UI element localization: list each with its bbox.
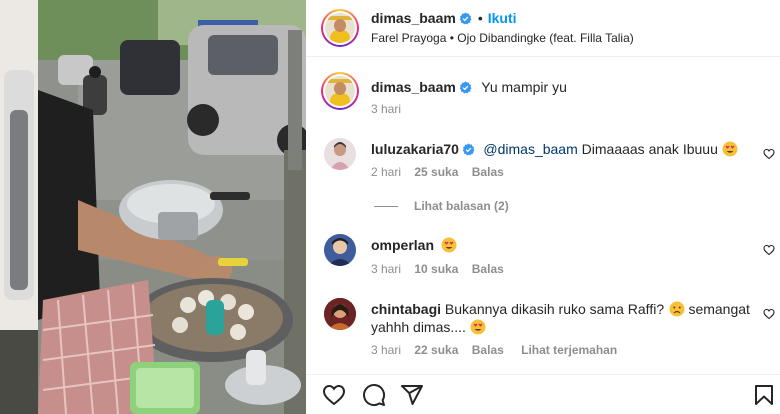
replies-divider (374, 206, 398, 207)
reply-button[interactable]: Balas (472, 262, 504, 276)
street-food-photo (38, 0, 306, 414)
background-page (0, 0, 38, 414)
reply-button[interactable]: Balas (472, 343, 504, 357)
comment-time: 2 hari (371, 165, 402, 179)
author-avatar[interactable] (321, 9, 359, 47)
comment-time: 3 hari (371, 262, 402, 276)
follow-button[interactable]: Ikuti (488, 10, 517, 26)
comment-text-line2: yahhh dimas.... (371, 319, 466, 335)
comment-body: luluzakaria70 @dimas_baam Dimaaaas anak … (371, 141, 738, 159)
comment-icon[interactable] (362, 383, 386, 407)
comment-username[interactable]: omperlan (371, 237, 434, 253)
view-replies-button[interactable]: Lihat balasan (2) (414, 199, 509, 213)
heart-eyes-emoji-icon (722, 141, 738, 157)
comment-avatar[interactable] (324, 138, 356, 170)
verified-icon (459, 81, 472, 94)
comment-username[interactable]: chintabagi (371, 301, 441, 317)
heart-eyes-emoji-icon (470, 319, 486, 335)
comment-username[interactable]: luluzakaria70 (371, 141, 459, 157)
comment-body-line2: yahhh dimas.... (371, 319, 486, 337)
separator-dot: • (477, 10, 483, 26)
comment-mention[interactable]: @dimas_baam (483, 141, 577, 157)
comments-panel: dimas_baam • Ikuti Farel Prayoga • Ojo Dib… (306, 0, 780, 414)
comment-text: Dimaaaas anak Ibuuu (577, 141, 718, 157)
comment-likes[interactable]: 10 suka (414, 262, 458, 276)
disappointed-emoji-icon (669, 301, 685, 317)
heart-icon[interactable] (763, 244, 775, 256)
caption: dimas_baam Yu mampir yu (371, 79, 567, 97)
translate-button[interactable]: Lihat terjemahan (521, 343, 617, 357)
heart-icon[interactable] (763, 148, 775, 160)
share-icon[interactable] (400, 383, 424, 407)
caption-text: Yu mampir yu (481, 79, 567, 95)
author-username[interactable]: dimas_baam (371, 10, 456, 26)
post-photo[interactable] (38, 0, 306, 414)
verified-icon (459, 12, 472, 25)
like-heart-icon[interactable] (322, 383, 346, 407)
author-line: dimas_baam • Ikuti (371, 10, 517, 28)
comment-likes[interactable]: 25 suka (414, 165, 458, 179)
background-person-shadow (10, 110, 28, 290)
reply-button[interactable]: Balas (472, 165, 504, 179)
comment-avatar[interactable] (324, 234, 356, 266)
heart-eyes-emoji-icon (441, 237, 457, 253)
comment-body: chintabagi Bukannya dikasih ruko sama Ra… (371, 301, 750, 319)
verified-icon (462, 143, 475, 156)
caption-avatar[interactable] (321, 72, 359, 110)
comment-text-continued: semangat (684, 301, 750, 317)
audio-track[interactable]: Farel Prayoga • Ojo Dibandingke (feat. F… (371, 31, 634, 45)
comment-text: Bukannya dikasih ruko sama Raffi? (441, 301, 665, 317)
bookmark-icon[interactable] (752, 383, 776, 407)
comment-time: 3 hari (371, 343, 402, 357)
background-dark-area (0, 330, 38, 414)
caption-username[interactable]: dimas_baam (371, 79, 456, 95)
post-header: dimas_baam • Ikuti Farel Prayoga • Ojo Dib… (306, 0, 780, 57)
comment-body: omperlan (371, 237, 457, 255)
comment-meta: 3 hari 22 suka Balas Lihat terjemahan (371, 343, 617, 357)
comment-meta: 3 hari 10 suka Balas (371, 262, 504, 276)
comment-likes[interactable]: 22 suka (414, 343, 458, 357)
comment-avatar[interactable] (324, 298, 356, 330)
action-bar (306, 374, 780, 414)
caption-time: 3 hari (371, 102, 402, 116)
heart-icon[interactable] (763, 308, 775, 320)
comment-meta: 2 hari 25 suka Balas (371, 165, 504, 179)
